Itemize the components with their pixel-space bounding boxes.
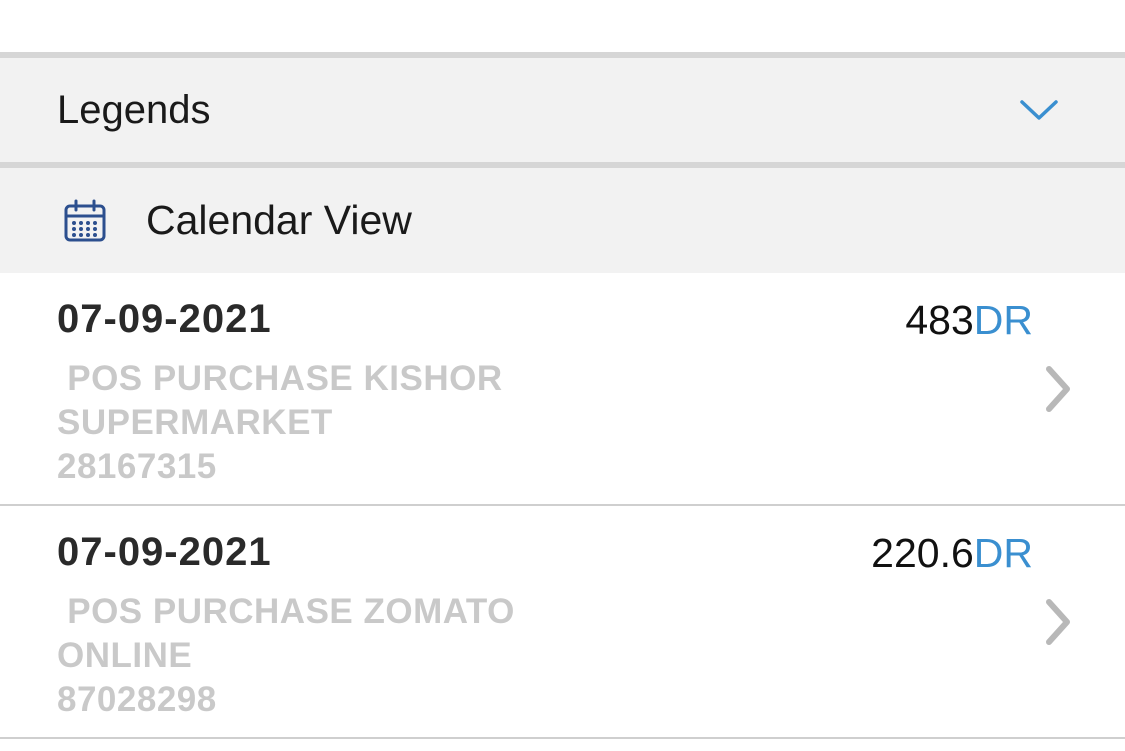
- chevron-down-icon[interactable]: [1019, 98, 1059, 122]
- transactions-screen: Legends Calendar View 07-09-2021 483DR P…: [0, 0, 1125, 751]
- debit-credit-indicator: DR: [973, 297, 1033, 343]
- amount-value: 483: [905, 297, 974, 343]
- calendar-icon: [64, 199, 106, 241]
- description-line: POS PURCHASE KISHOR: [57, 359, 503, 398]
- transaction-date: 07-09-2021: [57, 530, 272, 574]
- description-line: POS PURCHASE ZOMATO: [57, 592, 515, 631]
- calendar-view-button[interactable]: Calendar View: [0, 168, 1125, 273]
- chevron-right-icon[interactable]: [1043, 596, 1073, 648]
- amount-value: 220.6: [871, 530, 974, 576]
- calendar-view-title: Calendar View: [146, 197, 412, 243]
- debit-credit-indicator: DR: [973, 530, 1033, 576]
- transaction-description: POS PURCHASE ZOMATO ONLINE 87028298: [57, 590, 515, 722]
- legends-toggle[interactable]: Legends: [0, 58, 1125, 162]
- transaction-row[interactable]: 07-09-2021 483DR POS PURCHASE KISHOR SUP…: [0, 273, 1125, 506]
- description-line: 28167315: [57, 447, 217, 486]
- transaction-amount: 220.6DR: [871, 530, 1033, 576]
- transaction-row[interactable]: 07-09-2021 220.6DR POS PURCHASE ZOMATO O…: [0, 506, 1125, 739]
- legends-title: Legends: [57, 87, 211, 132]
- top-spacer: [0, 0, 1125, 52]
- transaction-amount: 483DR: [905, 297, 1033, 343]
- description-line: SUPERMARKET: [57, 403, 333, 442]
- description-line: ONLINE: [57, 636, 193, 675]
- description-line: 87028298: [57, 680, 217, 719]
- transaction-date: 07-09-2021: [57, 297, 272, 341]
- transaction-description: POS PURCHASE KISHOR SUPERMARKET 28167315: [57, 357, 503, 489]
- chevron-right-icon[interactable]: [1043, 363, 1073, 415]
